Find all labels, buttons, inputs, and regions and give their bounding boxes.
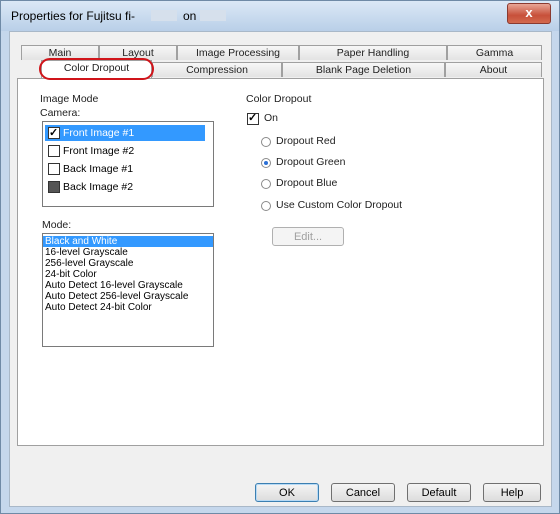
properties-window: Properties for Fujitsu fi- on x Main Lay… bbox=[0, 0, 560, 514]
camera-item-label: Front Image #1 bbox=[63, 127, 135, 139]
camera-item-label: Back Image #1 bbox=[63, 163, 134, 175]
ok-button[interactable]: OK bbox=[255, 483, 319, 502]
radio-blue-label: Dropout Blue bbox=[276, 177, 338, 189]
cancel-button[interactable]: Cancel bbox=[331, 483, 395, 502]
mode-listbox[interactable]: Black and White 16-level Grayscale 256-l… bbox=[42, 233, 214, 347]
radio-green[interactable] bbox=[261, 158, 271, 168]
tab-paper-handling[interactable]: Paper Handling bbox=[299, 45, 447, 60]
red-highlight-annotation bbox=[39, 58, 154, 80]
radio-green-label: Dropout Green bbox=[276, 156, 346, 168]
back-2-checkbox[interactable] bbox=[48, 181, 60, 193]
front-1-checkbox[interactable] bbox=[48, 125, 60, 141]
title-bar[interactable]: Properties for Fujitsu fi- on x bbox=[1, 1, 559, 31]
tab-about[interactable]: About bbox=[445, 62, 542, 77]
tab-image-processing[interactable]: Image Processing bbox=[177, 45, 299, 60]
radio-custom[interactable] bbox=[261, 201, 271, 211]
redacted-model bbox=[151, 10, 177, 21]
edit-button[interactable]: Edit... bbox=[272, 227, 344, 246]
radio-red-label: Dropout Red bbox=[276, 135, 336, 147]
front-2-checkbox[interactable] bbox=[48, 145, 60, 157]
camera-item-front-1[interactable]: Front Image #1 bbox=[45, 125, 205, 141]
tab-page-color-dropout: Image Mode Camera: Front Image #1 Front … bbox=[17, 78, 544, 446]
close-icon[interactable]: x bbox=[507, 3, 551, 24]
default-button[interactable]: Default bbox=[407, 483, 471, 502]
camera-listbox[interactable]: Front Image #1 Front Image #2 Back Image… bbox=[42, 121, 214, 207]
camera-label: Camera: bbox=[40, 107, 81, 119]
camera-item-label: Back Image #2 bbox=[63, 181, 134, 193]
mode-item[interactable]: Black and White bbox=[43, 236, 213, 247]
mode-item[interactable]: 24-bit Color bbox=[43, 269, 213, 280]
image-mode-label: Image Mode bbox=[40, 93, 99, 105]
camera-item-back-1[interactable]: Back Image #1 bbox=[45, 161, 205, 177]
mode-label: Mode: bbox=[42, 219, 72, 231]
window-title-on: on bbox=[183, 9, 197, 23]
on-checkbox[interactable] bbox=[247, 111, 259, 125]
mode-item[interactable]: Auto Detect 24-bit Color bbox=[43, 302, 213, 313]
radio-custom-label: Use Custom Color Dropout bbox=[276, 199, 403, 211]
tab-compression[interactable]: Compression bbox=[152, 62, 282, 77]
window-title: Properties for Fujitsu fi- bbox=[11, 9, 136, 23]
radio-red[interactable] bbox=[261, 137, 271, 147]
mode-item[interactable]: Auto Detect 16-level Grayscale bbox=[43, 280, 213, 291]
camera-item-label: Front Image #2 bbox=[63, 145, 135, 157]
on-label: On bbox=[264, 112, 279, 124]
color-dropout-group-label: Color Dropout bbox=[246, 93, 312, 105]
mode-item[interactable]: 16-level Grayscale bbox=[43, 247, 213, 258]
redacted-device bbox=[200, 10, 226, 21]
tab-gamma[interactable]: Gamma bbox=[447, 45, 542, 60]
tab-blank-page-deletion[interactable]: Blank Page Deletion bbox=[282, 62, 445, 77]
back-1-checkbox[interactable] bbox=[48, 163, 60, 175]
help-button[interactable]: Help bbox=[483, 483, 541, 502]
radio-blue[interactable] bbox=[261, 179, 271, 189]
mode-item[interactable]: 256-level Grayscale bbox=[43, 258, 213, 269]
camera-item-front-2[interactable]: Front Image #2 bbox=[45, 143, 205, 159]
mode-item[interactable]: Auto Detect 256-level Grayscale bbox=[43, 291, 213, 302]
camera-item-back-2[interactable]: Back Image #2 bbox=[45, 179, 205, 195]
